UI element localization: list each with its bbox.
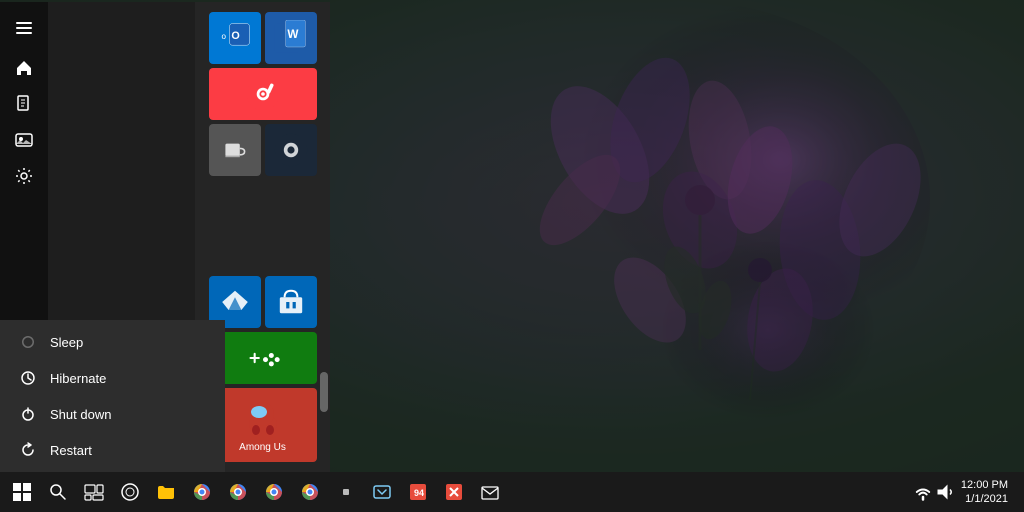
network-icon[interactable] [913, 474, 933, 510]
chrome-button-2[interactable] [220, 474, 256, 510]
chrome-button-1[interactable] [184, 474, 220, 510]
itunes-tile[interactable] [209, 68, 317, 120]
sleep-label: Sleep [50, 335, 83, 350]
shutdown-icon [20, 406, 36, 422]
restart-icon [20, 442, 36, 458]
mail-button[interactable] [472, 474, 508, 510]
clock-date: 1/1/2021 [961, 492, 1008, 506]
tile-row-itunes [195, 66, 330, 122]
tile-row-1: O o W [195, 10, 330, 66]
chrome-icon-3 [264, 482, 284, 502]
search-button[interactable] [40, 474, 76, 510]
sidebar-hamburger[interactable] [6, 10, 42, 46]
photos-icon [219, 286, 251, 318]
shutdown-option[interactable]: Shut down [0, 396, 225, 432]
search-icon [48, 482, 68, 502]
word-icon: W [273, 20, 309, 56]
tile-row-3 [195, 122, 330, 178]
app3-icon [444, 482, 464, 502]
sidebar-docs[interactable] [6, 86, 42, 122]
snip-icon [372, 482, 392, 502]
hibernate-icon [20, 370, 36, 386]
scroll-indicator [320, 372, 328, 412]
clock-time: 12:00 PM [961, 478, 1008, 492]
games-icon [238, 340, 288, 376]
task-view-icon [84, 482, 104, 502]
power-menu-items: Sleep Hibernate Shut down Restart [0, 324, 225, 468]
cortana-button[interactable] [112, 474, 148, 510]
windows-icon [12, 482, 32, 502]
sidebar-home[interactable] [6, 50, 42, 86]
app3-button[interactable] [436, 474, 472, 510]
teacup-tile[interactable] [209, 124, 261, 176]
hibernate-option[interactable]: Hibernate [0, 360, 225, 396]
sidebar-settings[interactable] [6, 158, 42, 194]
clock[interactable]: 12:00 PM 1/1/2021 [957, 478, 1012, 507]
cortana-icon [120, 482, 140, 502]
volume-icon[interactable] [935, 474, 955, 510]
snip-button[interactable] [364, 474, 400, 510]
itunes-icon [245, 76, 281, 112]
pictures-icon [14, 130, 34, 150]
outlook-icon: O o [217, 20, 253, 56]
home-icon [14, 58, 34, 78]
taskbar: 94 [0, 472, 1024, 512]
settings-icon [14, 166, 34, 186]
document-icon [14, 94, 34, 114]
word-tile[interactable]: W [265, 12, 317, 64]
chrome-icon-4 [300, 482, 320, 502]
hibernate-label: Hibernate [50, 371, 106, 386]
chrome-button-4[interactable] [292, 474, 328, 510]
steam-icon [273, 132, 309, 168]
store-tile[interactable] [265, 276, 317, 328]
shutdown-label: Shut down [50, 407, 111, 422]
svg-text:94: 94 [414, 488, 424, 498]
teacup-icon [219, 134, 251, 166]
chrome-icon-1 [192, 482, 212, 502]
steam-tile[interactable] [265, 124, 317, 176]
start-button[interactable] [4, 474, 40, 510]
power-submenu: Sleep Hibernate Shut down Restart [0, 320, 225, 472]
hamburger-icon [14, 18, 34, 38]
chrome-icon-2 [228, 482, 248, 502]
svg-text:O: O [231, 30, 239, 42]
wifi-icon [913, 482, 933, 502]
app1-icon [336, 482, 356, 502]
app2-button[interactable]: 94 [400, 474, 436, 510]
store-icon [275, 286, 307, 318]
restart-label: Restart [50, 443, 92, 458]
among-us-label: Among Us [239, 442, 286, 453]
sleep-icon [20, 334, 36, 350]
speaker-icon [935, 482, 955, 502]
app1-button[interactable] [328, 474, 364, 510]
among-us-icon [243, 398, 283, 438]
task-view-button[interactable] [76, 474, 112, 510]
sleep-option[interactable]: Sleep [0, 324, 225, 360]
app2-icon: 94 [408, 482, 428, 502]
outlook-tile[interactable]: O o [209, 12, 261, 64]
file-explorer-button[interactable] [148, 474, 184, 510]
system-tray: 12:00 PM 1/1/2021 [913, 474, 1020, 510]
mail-icon [480, 482, 500, 502]
sidebar-pictures[interactable] [6, 122, 42, 158]
restart-option[interactable]: Restart [0, 432, 225, 468]
folder-icon [156, 482, 176, 502]
chrome-button-3[interactable] [256, 474, 292, 510]
svg-text:W: W [287, 28, 299, 41]
svg-text:o: o [221, 32, 226, 41]
